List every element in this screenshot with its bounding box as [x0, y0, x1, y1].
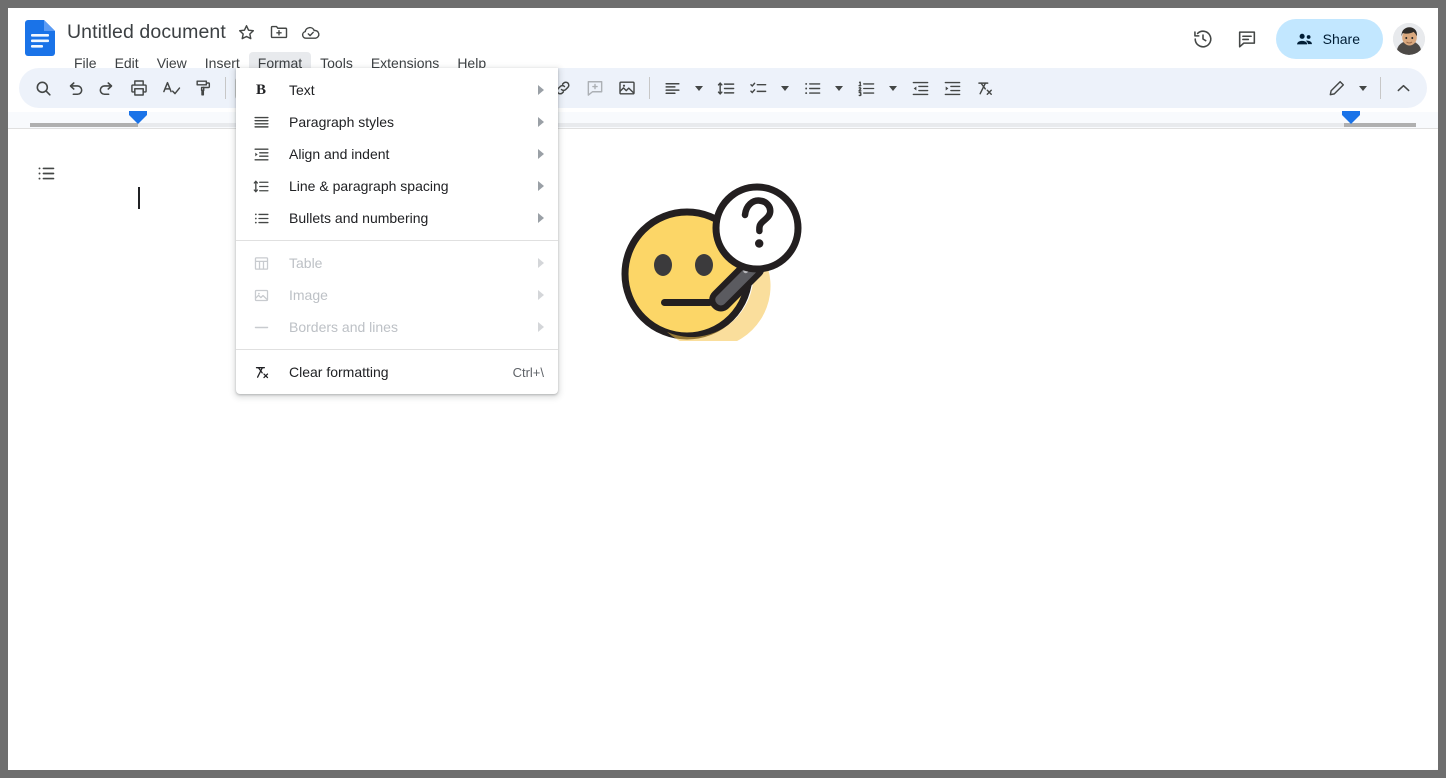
toolbar-divider [649, 77, 650, 99]
comment-history-icon[interactable] [1227, 19, 1267, 59]
format-dropdown-menu: B Text Paragraph styles Align and indent [236, 68, 558, 394]
menu-item-label: Text [289, 82, 528, 98]
people-add-icon [1295, 30, 1314, 49]
left-margin-marker[interactable] [129, 115, 147, 124]
paint-format-icon[interactable] [187, 72, 219, 104]
menu-item-label: Paragraph styles [289, 114, 528, 130]
menu-item-bullets-and-numbering[interactable]: Bullets and numbering [236, 202, 558, 234]
line-paragraph-spacing-icon [250, 176, 272, 196]
submenu-arrow-icon [538, 258, 544, 268]
undo-icon[interactable] [59, 72, 91, 104]
submenu-arrow-icon [538, 149, 544, 159]
confused-face-with-magnifier-artwork [615, 171, 827, 341]
cloud-saved-icon[interactable] [297, 18, 325, 46]
bullets-and-numbering-icon [250, 208, 272, 228]
ruler-left-margin-zone [30, 123, 138, 127]
bold-b-icon: B [250, 80, 272, 100]
align-and-indent-icon [250, 144, 272, 164]
share-button[interactable]: Share [1276, 19, 1383, 59]
toolbar-divider [225, 77, 226, 99]
chevron-down-icon [695, 86, 703, 91]
toolbar-container: 1 − 13 + B I U A [8, 68, 1438, 112]
menu-item-table[interactable]: Table [236, 247, 558, 279]
menu-item-label: Borders and lines [289, 319, 528, 335]
chevron-down-icon [835, 86, 843, 91]
submenu-arrow-icon [538, 85, 544, 95]
document-canvas[interactable] [8, 129, 1438, 770]
share-button-label: Share [1323, 31, 1360, 47]
borders-and-lines-icon [250, 317, 272, 337]
numbered-list-icon[interactable] [850, 72, 882, 104]
menu-divider [236, 240, 558, 241]
chevron-down-icon [889, 86, 897, 91]
menu-divider [236, 349, 558, 350]
menu-item-text[interactable]: B Text [236, 74, 558, 106]
bulleted-list-icon[interactable] [796, 72, 828, 104]
editing-mode-pencil-icon[interactable] [1320, 72, 1352, 104]
checklist-icon[interactable] [742, 72, 774, 104]
clear-formatting-icon [250, 362, 272, 382]
chevron-down-icon [1359, 86, 1367, 91]
clear-formatting-icon[interactable] [968, 72, 1000, 104]
submenu-arrow-icon [538, 322, 544, 332]
submenu-arrow-icon [538, 213, 544, 223]
editing-mode-dropdown-caret[interactable] [1352, 72, 1374, 104]
menu-item-label: Line & paragraph spacing [289, 178, 528, 194]
spellcheck-icon[interactable] [155, 72, 187, 104]
document-ruler[interactable] [8, 112, 1438, 129]
menu-item-paragraph-styles[interactable]: Paragraph styles [236, 106, 558, 138]
menu-item-borders-and-lines[interactable]: Borders and lines [236, 311, 558, 343]
line-spacing-icon[interactable] [710, 72, 742, 104]
star-icon[interactable] [233, 18, 261, 46]
menu-item-align-and-indent[interactable]: Align and indent [236, 138, 558, 170]
header-actions: Share [1183, 19, 1425, 59]
submenu-arrow-icon [538, 181, 544, 191]
add-comment-icon[interactable] [579, 72, 611, 104]
menu-item-line-and-paragraph-spacing[interactable]: Line & paragraph spacing [236, 170, 558, 202]
document-title-row: Untitled document [64, 18, 325, 46]
checklist-dropdown-caret[interactable] [774, 72, 796, 104]
menu-item-label: Table [289, 255, 528, 271]
menu-item-shortcut: Ctrl+\ [513, 365, 544, 380]
text-caret [138, 187, 140, 209]
menu-item-clear-formatting[interactable]: Clear formatting Ctrl+\ [236, 356, 558, 388]
page-title[interactable]: Untitled document [64, 20, 229, 45]
hide-menus-chevron-up-icon[interactable] [1387, 72, 1419, 104]
paragraph-styles-icon [250, 112, 272, 132]
google-docs-icon[interactable] [25, 20, 55, 56]
increase-indent-icon[interactable] [936, 72, 968, 104]
submenu-arrow-icon [538, 290, 544, 300]
bulleted-list-dropdown-caret[interactable] [828, 72, 850, 104]
print-icon[interactable] [123, 72, 155, 104]
menu-item-image[interactable]: Image [236, 279, 558, 311]
image-icon [250, 285, 272, 305]
move-folder-icon[interactable] [265, 18, 293, 46]
search-icon[interactable] [27, 72, 59, 104]
menu-item-label: Bullets and numbering [289, 210, 528, 226]
main-toolbar: 1 − 13 + B I U A [19, 68, 1427, 108]
redo-icon[interactable] [91, 72, 123, 104]
numbered-list-dropdown-caret[interactable] [882, 72, 904, 104]
google-docs-app-window: Untitled document File [8, 8, 1438, 770]
align-left-icon[interactable] [656, 72, 688, 104]
account-avatar[interactable] [1393, 23, 1425, 55]
toolbar-divider [1380, 77, 1381, 99]
table-icon [250, 253, 272, 273]
app-header: Untitled document File [8, 8, 1438, 68]
right-margin-marker[interactable] [1342, 115, 1360, 124]
menu-item-label: Clear formatting [289, 364, 499, 380]
menu-item-label: Image [289, 287, 528, 303]
align-dropdown-caret[interactable] [688, 72, 710, 104]
show-document-outline-icon[interactable] [30, 157, 62, 189]
decrease-indent-icon[interactable] [904, 72, 936, 104]
submenu-arrow-icon [538, 117, 544, 127]
insert-image-icon[interactable] [611, 72, 643, 104]
menu-item-label: Align and indent [289, 146, 528, 162]
chevron-down-icon [781, 86, 789, 91]
version-history-icon[interactable] [1183, 19, 1223, 59]
